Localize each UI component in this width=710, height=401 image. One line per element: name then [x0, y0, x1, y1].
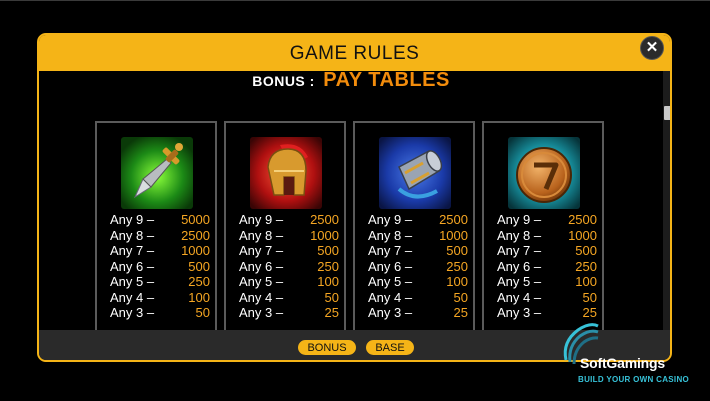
paytable-row: Any 6 –500	[110, 258, 210, 274]
paytable-rows: Any 9 –2500 Any 8 –1000 Any 7 –500 Any 6…	[239, 212, 339, 321]
paytable-row: Any 9 –5000	[110, 212, 210, 227]
paytable-rows: Any 9 –5000 Any 8 –2500 Any 7 –1000 Any …	[110, 212, 210, 321]
paytable-row: Any 9 –2500	[239, 212, 339, 227]
sword-icon	[121, 137, 193, 209]
section-title: PAY TABLES	[323, 71, 450, 91]
tab-base-label: BASE	[375, 342, 405, 354]
paytable-row: Any 7 –500	[239, 243, 339, 258]
paytable-row: Any 9 –2500	[497, 212, 597, 227]
modal-header: GAME RULES	[39, 35, 670, 71]
rules-content[interactable]: BONUS : PAY TABLES Any 9 – 5000 Any 8 – …	[39, 71, 663, 330]
tab-bonus[interactable]: BONUS	[298, 340, 356, 355]
paytable-row: Any 5 –100	[368, 274, 468, 289]
paytable-row: Any 5 –250	[110, 274, 210, 289]
paytable-row: Any 8 –2500	[110, 227, 210, 243]
paytable-row: Any 6 –250	[239, 258, 339, 274]
paytable-row: Any 3 –50	[110, 305, 210, 320]
spartan-helmet-icon	[250, 137, 322, 209]
watermark-name: SoftGamings	[580, 355, 665, 371]
section-heading: BONUS : PAY TABLES	[39, 71, 663, 92]
paytable-row: Any 4 –100	[110, 289, 210, 305]
paytable-row: Any 6 –250	[368, 258, 468, 274]
paytable-row: Any 4 –50	[239, 289, 339, 305]
watermark-tagline: BUILD YOUR OWN CASINO	[578, 375, 690, 384]
paytable-row: Any 8 –1000	[497, 227, 597, 243]
paytable-row: Any 8 –1000	[239, 227, 339, 243]
paytable-row: Any 5 –100	[497, 274, 597, 289]
paytable-row: Any 7 –500	[368, 243, 468, 258]
shield-icon	[508, 137, 580, 209]
paytable-rows: Any 9 –2500 Any 8 –1000 Any 7 –500 Any 6…	[497, 212, 597, 321]
close-icon: ✕	[645, 39, 659, 56]
paytable-row: Any 7 –1000	[110, 243, 210, 258]
paytable-card: Any 9 –2500 Any 8 –1000 Any 7 –500 Any 6…	[482, 121, 604, 330]
modal-title: GAME RULES	[289, 43, 420, 64]
close-button[interactable]: ✕	[640, 36, 664, 60]
tab-base[interactable]: BASE	[366, 340, 414, 355]
paytable-row: Any 3 –25	[497, 305, 597, 320]
paytable-row: Any 6 –250	[497, 258, 597, 274]
softgamings-watermark: SoftGamings BUILD YOUR OWN CASINO	[560, 320, 710, 390]
top-border-line	[0, 0, 710, 1]
paytable-rows: Any 9 –2500 Any 8 –1000 Any 7 –500 Any 6…	[368, 212, 468, 321]
paytable-card: Any 9 –5000 Any 8 –2500 Any 7 –1000 Any …	[95, 121, 217, 330]
paytable-row: Any 4 –50	[368, 289, 468, 305]
paytable-row: Any 5 –100	[239, 274, 339, 289]
paytable-card: Any 9 –2500 Any 8 –1000 Any 7 –500 Any 6…	[353, 121, 475, 330]
game-rules-modal: GAME RULES ✕ BONUS : PAY TABLES Any 9 – …	[37, 33, 672, 362]
paytable-row: Any 3 –25	[239, 305, 339, 320]
paytable-row: Any 3 –25	[368, 305, 468, 320]
vambrace-icon	[379, 137, 451, 209]
paytable-row: Any 9 –2500	[368, 212, 468, 227]
tab-bonus-label: BONUS	[307, 342, 347, 354]
paytable-card: Any 9 –2500 Any 8 –1000 Any 7 –500 Any 6…	[224, 121, 346, 330]
scrollbar-thumb[interactable]	[664, 106, 670, 120]
paytable-row: Any 7 –500	[497, 243, 597, 258]
paytable-row: Any 8 –1000	[368, 227, 468, 243]
section-label: BONUS :	[252, 73, 315, 89]
paytable-row: Any 4 –50	[497, 289, 597, 305]
scrollbar[interactable]	[663, 71, 670, 330]
